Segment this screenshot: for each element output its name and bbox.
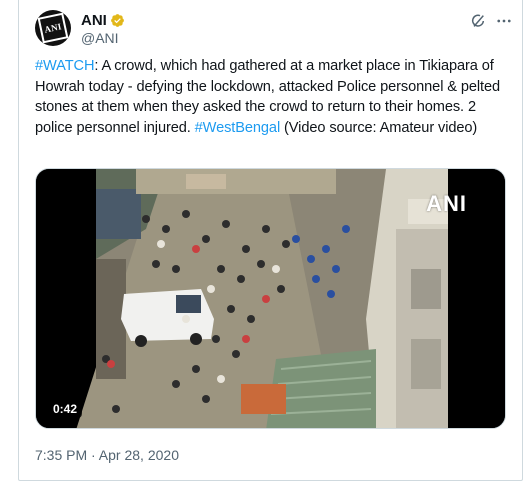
- handle[interactable]: @ANI: [81, 30, 125, 46]
- verified-gold-icon[interactable]: [110, 13, 125, 28]
- display-name[interactable]: ANI: [81, 12, 107, 29]
- hashtag-westbengal[interactable]: #WestBengal: [195, 120, 281, 136]
- tweet-card: ANI ANI @ANI #WATCH: A crowd, which had …: [18, 0, 523, 481]
- hashtag-watch[interactable]: #WATCH: [35, 58, 95, 74]
- more-icon[interactable]: [495, 12, 513, 30]
- ani-logo: ANI: [37, 12, 69, 44]
- video-duration: 0:42: [48, 400, 83, 418]
- tweet-text: #WATCH: A crowd, which had gathered at a…: [35, 56, 511, 138]
- grok-icon[interactable]: [469, 12, 487, 30]
- tweet-header: ANI ANI @ANI: [35, 10, 513, 46]
- video-player[interactable]: ANI 0:42: [35, 168, 506, 429]
- author-names: ANI @ANI: [81, 11, 125, 46]
- tweet-text-source: (Video source: Amateur video): [280, 119, 478, 136]
- header-actions: [469, 12, 513, 30]
- avatar[interactable]: ANI: [35, 10, 71, 46]
- tweet-timestamp[interactable]: 7:35 PM · Apr 28, 2020: [35, 447, 179, 463]
- video-watermark: ANI: [426, 191, 467, 216]
- display-name-row: ANI: [81, 11, 125, 29]
